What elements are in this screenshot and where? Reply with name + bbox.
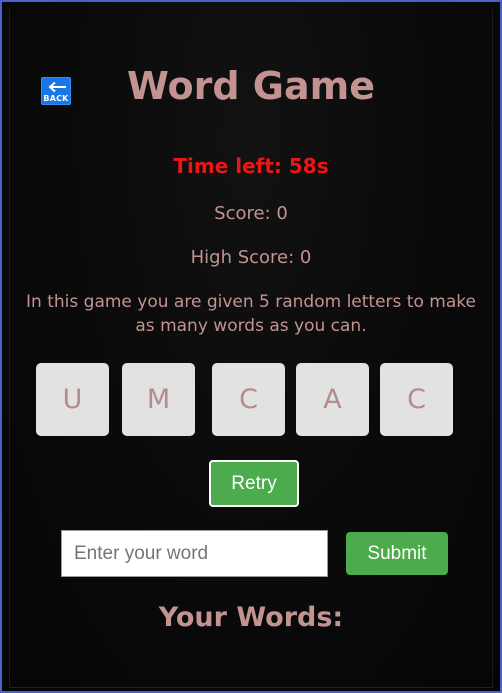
page-title: Word Game — [126, 64, 376, 108]
score: Score: 0 — [214, 203, 288, 224]
letter-tile[interactable]: U — [36, 363, 109, 436]
retry-button[interactable]: Retry — [209, 460, 299, 507]
letter-tile[interactable]: M — [122, 363, 195, 436]
game-frame: BACK Word Game Time left: 58s Score: 0 H… — [0, 0, 502, 693]
your-words-heading: Your Words: — [158, 602, 344, 633]
time-left: Time left: 58s — [173, 154, 329, 178]
inner-border — [9, 9, 493, 688]
letter-tile[interactable]: C — [380, 363, 453, 436]
high-score: High Score: 0 — [190, 247, 312, 268]
word-input[interactable] — [61, 530, 328, 577]
letter-tile[interactable]: A — [296, 363, 369, 436]
submit-button[interactable]: Submit — [346, 532, 448, 575]
letter-tile[interactable]: C — [212, 363, 285, 436]
game-description: In this game you are given 5 random lett… — [26, 292, 476, 336]
